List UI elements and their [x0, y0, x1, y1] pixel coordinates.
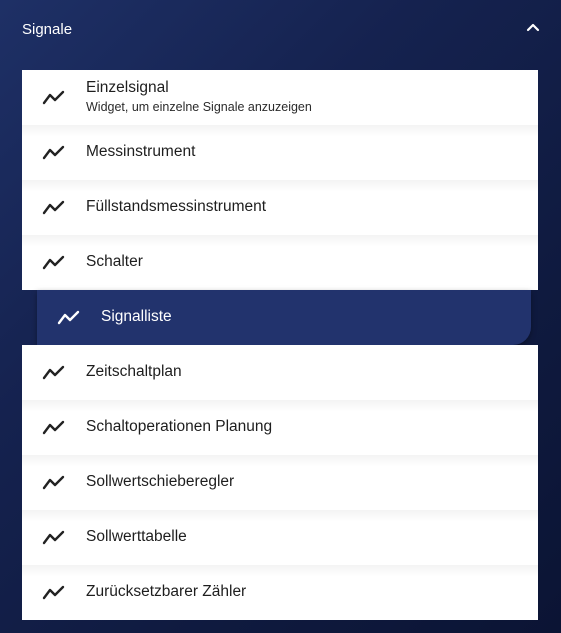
list-item-label: Messinstrument — [86, 143, 196, 160]
trend-line-icon — [42, 474, 66, 492]
list-item-zuruecksetzbarer-zaehler[interactable]: Zurücksetzbarer Zähler — [22, 565, 538, 620]
trend-line-icon — [42, 584, 66, 602]
chevron-up-icon[interactable] — [520, 14, 546, 40]
list-item-label: Signalliste — [101, 308, 172, 325]
trend-line-icon — [42, 144, 66, 162]
list-item-fuellstandsmessinstrument[interactable]: Füllstandsmessinstrument — [22, 180, 538, 235]
list-item-label: Schaltoperationen Planung — [86, 418, 273, 435]
list-item-label: Schalter — [86, 253, 143, 270]
list-item-sollwerttabelle[interactable]: Sollwerttabelle — [22, 510, 538, 565]
list-item-schalter[interactable]: Schalter — [22, 235, 538, 290]
list-item-schaltoperationen-planung[interactable]: Schaltoperationen Planung — [22, 400, 538, 455]
list-item-sollwertschieberegler[interactable]: Sollwertschieberegler — [22, 455, 538, 510]
list-item-zeitschaltplan[interactable]: Zeitschaltplan — [22, 345, 538, 400]
section-title: Signale — [22, 21, 73, 38]
list-item-label: Zeitschaltplan — [86, 363, 182, 380]
list-item-label: Füllstandsmessinstrument — [86, 198, 267, 215]
trend-line-icon — [42, 364, 66, 382]
list-item-label: Zurücksetzbarer Zähler — [86, 583, 247, 600]
trend-line-icon — [42, 419, 66, 437]
list-item-label: Sollwertschieberegler — [86, 473, 235, 490]
list-item-label: Einzelsignal — [86, 79, 169, 96]
trend-line-icon — [42, 199, 66, 217]
trend-line-icon — [42, 254, 66, 272]
list-item-label: Sollwerttabelle — [86, 528, 187, 545]
list-item-signalliste[interactable]: Signalliste — [37, 290, 531, 345]
list-item-messinstrument[interactable]: Messinstrument — [22, 125, 538, 180]
list-item-einzelsignal[interactable]: Einzelsignal Widget, um einzelne Signale… — [22, 70, 538, 125]
widget-list: Einzelsignal Widget, um einzelne Signale… — [22, 70, 538, 620]
trend-line-icon — [42, 529, 66, 547]
trend-line-icon — [57, 309, 81, 327]
section-header[interactable]: Signale — [0, 0, 561, 60]
list-item-description: Widget, um einzelne Signale anzuzeigen — [86, 100, 312, 114]
trend-line-icon — [42, 89, 66, 107]
